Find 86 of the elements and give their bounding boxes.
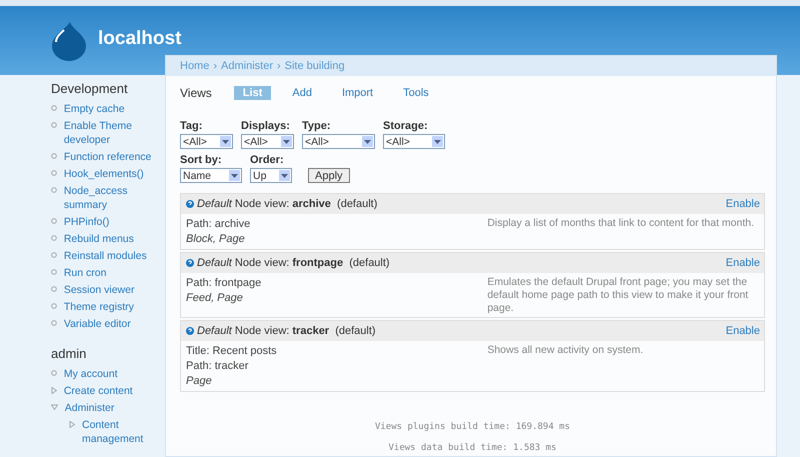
bullet-icon xyxy=(51,170,57,176)
view-title: Default Node view: archive (default) xyxy=(197,198,378,210)
sidebar-link[interactable]: Theme registry xyxy=(64,298,165,315)
filter-label: Storage: xyxy=(383,120,429,132)
sidebar-link[interactable]: Node_access summary xyxy=(64,182,165,213)
view-description: Shows all new activity on system. xyxy=(487,344,644,358)
build-time-text: Views plugins build time: 169.894 ms xyxy=(374,422,570,432)
help-icon xyxy=(186,200,194,208)
sidebar-link[interactable]: Empty cache xyxy=(64,100,165,117)
bullet-icon xyxy=(51,252,57,258)
filter-select[interactable]: Up xyxy=(250,168,292,183)
sidebar-link[interactable]: PHPinfo() xyxy=(64,213,165,230)
caret-icon xyxy=(281,136,292,147)
enable-link[interactable]: Enable xyxy=(726,257,760,269)
sidebar-link[interactable]: Create content xyxy=(64,382,165,399)
help-icon xyxy=(186,259,194,267)
bullet-icon xyxy=(51,286,57,292)
filter-label: Type: xyxy=(302,120,332,132)
breadcrumb-separator: › xyxy=(276,60,281,72)
tab[interactable]: List xyxy=(234,86,272,100)
page-title: Views xyxy=(180,86,212,100)
help-icon xyxy=(186,327,194,335)
tab[interactable]: Tools xyxy=(394,86,438,100)
bullet-icon xyxy=(51,105,57,111)
view-detail: Title: Recent posts xyxy=(186,344,278,359)
filter-label: Tag: xyxy=(180,120,204,132)
caret-icon xyxy=(220,136,231,147)
filter-label: Sort by: xyxy=(180,154,223,166)
view-title: Default Node view: frontpage (default) xyxy=(197,257,390,269)
view-title: Default Node view: tracker (default) xyxy=(197,325,376,337)
sidebar-link[interactable]: Rebuild menus xyxy=(64,230,165,247)
sidebar-link[interactable]: Reinstall modules xyxy=(64,247,165,264)
block-title: admin xyxy=(51,346,88,361)
bullet-icon xyxy=(51,269,57,275)
filter-select[interactable]: <All> xyxy=(383,134,445,149)
caret-icon xyxy=(432,136,443,147)
sidebar-link[interactable]: My account xyxy=(64,365,165,382)
sidebar-link[interactable]: Variable editor xyxy=(64,315,165,332)
site-name[interactable]: localhost xyxy=(98,28,182,50)
view-detail: Page xyxy=(186,374,213,389)
breadcrumb-link[interactable]: Administer xyxy=(221,60,273,72)
build-time-text: Views data build time: 1.583 ms xyxy=(388,443,556,453)
bullet-icon xyxy=(51,187,57,193)
caret-icon xyxy=(279,170,290,181)
block-title: Development xyxy=(51,81,129,96)
bullet-icon xyxy=(51,122,57,128)
caret-icon xyxy=(362,136,373,147)
bullet-icon xyxy=(51,153,57,159)
enable-link[interactable]: Enable xyxy=(726,198,760,210)
sidebar-link[interactable]: Function reference xyxy=(64,148,165,165)
apply-button[interactable]: Apply xyxy=(308,168,350,183)
breadcrumb-link[interactable]: Site building xyxy=(284,60,345,72)
collapsed-arrow-icon xyxy=(69,421,75,428)
enable-link[interactable]: Enable xyxy=(726,325,760,337)
sidebar-link[interactable]: Content management xyxy=(82,416,162,447)
bullet-icon xyxy=(51,303,57,309)
filter-select[interactable]: <All> xyxy=(302,134,375,149)
tab[interactable]: Add xyxy=(283,86,321,100)
bullet-icon xyxy=(51,370,57,376)
sidebar-link[interactable]: Run cron xyxy=(64,264,165,281)
sidebar-link[interactable]: Hook_elements() xyxy=(64,165,165,182)
bullet-icon xyxy=(51,320,57,326)
view-detail: Path: archive xyxy=(186,217,252,232)
filter-label: Order: xyxy=(250,154,285,166)
filter-select[interactable]: Name xyxy=(180,168,242,183)
view-detail: Feed, Page xyxy=(186,291,244,306)
collapsed-arrow-icon xyxy=(51,387,57,394)
view-detail: Path: tracker xyxy=(186,359,250,374)
bullet-icon xyxy=(51,218,57,224)
view-detail: Block, Page xyxy=(186,232,246,247)
sidebar-link[interactable]: Administer xyxy=(64,399,165,416)
breadcrumb-link[interactable]: Home xyxy=(180,60,210,72)
tab[interactable]: Import xyxy=(332,86,382,100)
filter-label: Displays: xyxy=(241,120,291,132)
view-detail: Path: frontpage xyxy=(186,276,262,291)
bullet-icon xyxy=(51,235,57,241)
filter-select[interactable]: <All> xyxy=(241,134,294,149)
expanded-arrow-icon xyxy=(51,404,58,410)
filter-select[interactable]: <All> xyxy=(180,134,233,149)
view-description: Display a list of months that link to content for that month. xyxy=(487,217,756,231)
view-description: Emulates the default Drupal front page; you may set the default home page path to this view to make it your front page. xyxy=(487,276,750,315)
breadcrumb-separator: › xyxy=(213,60,218,72)
sidebar-link[interactable]: Enable Theme developer xyxy=(64,117,165,148)
sidebar-link[interactable]: Session viewer xyxy=(64,281,165,298)
caret-icon xyxy=(229,170,240,181)
logo-icon xyxy=(50,20,88,60)
